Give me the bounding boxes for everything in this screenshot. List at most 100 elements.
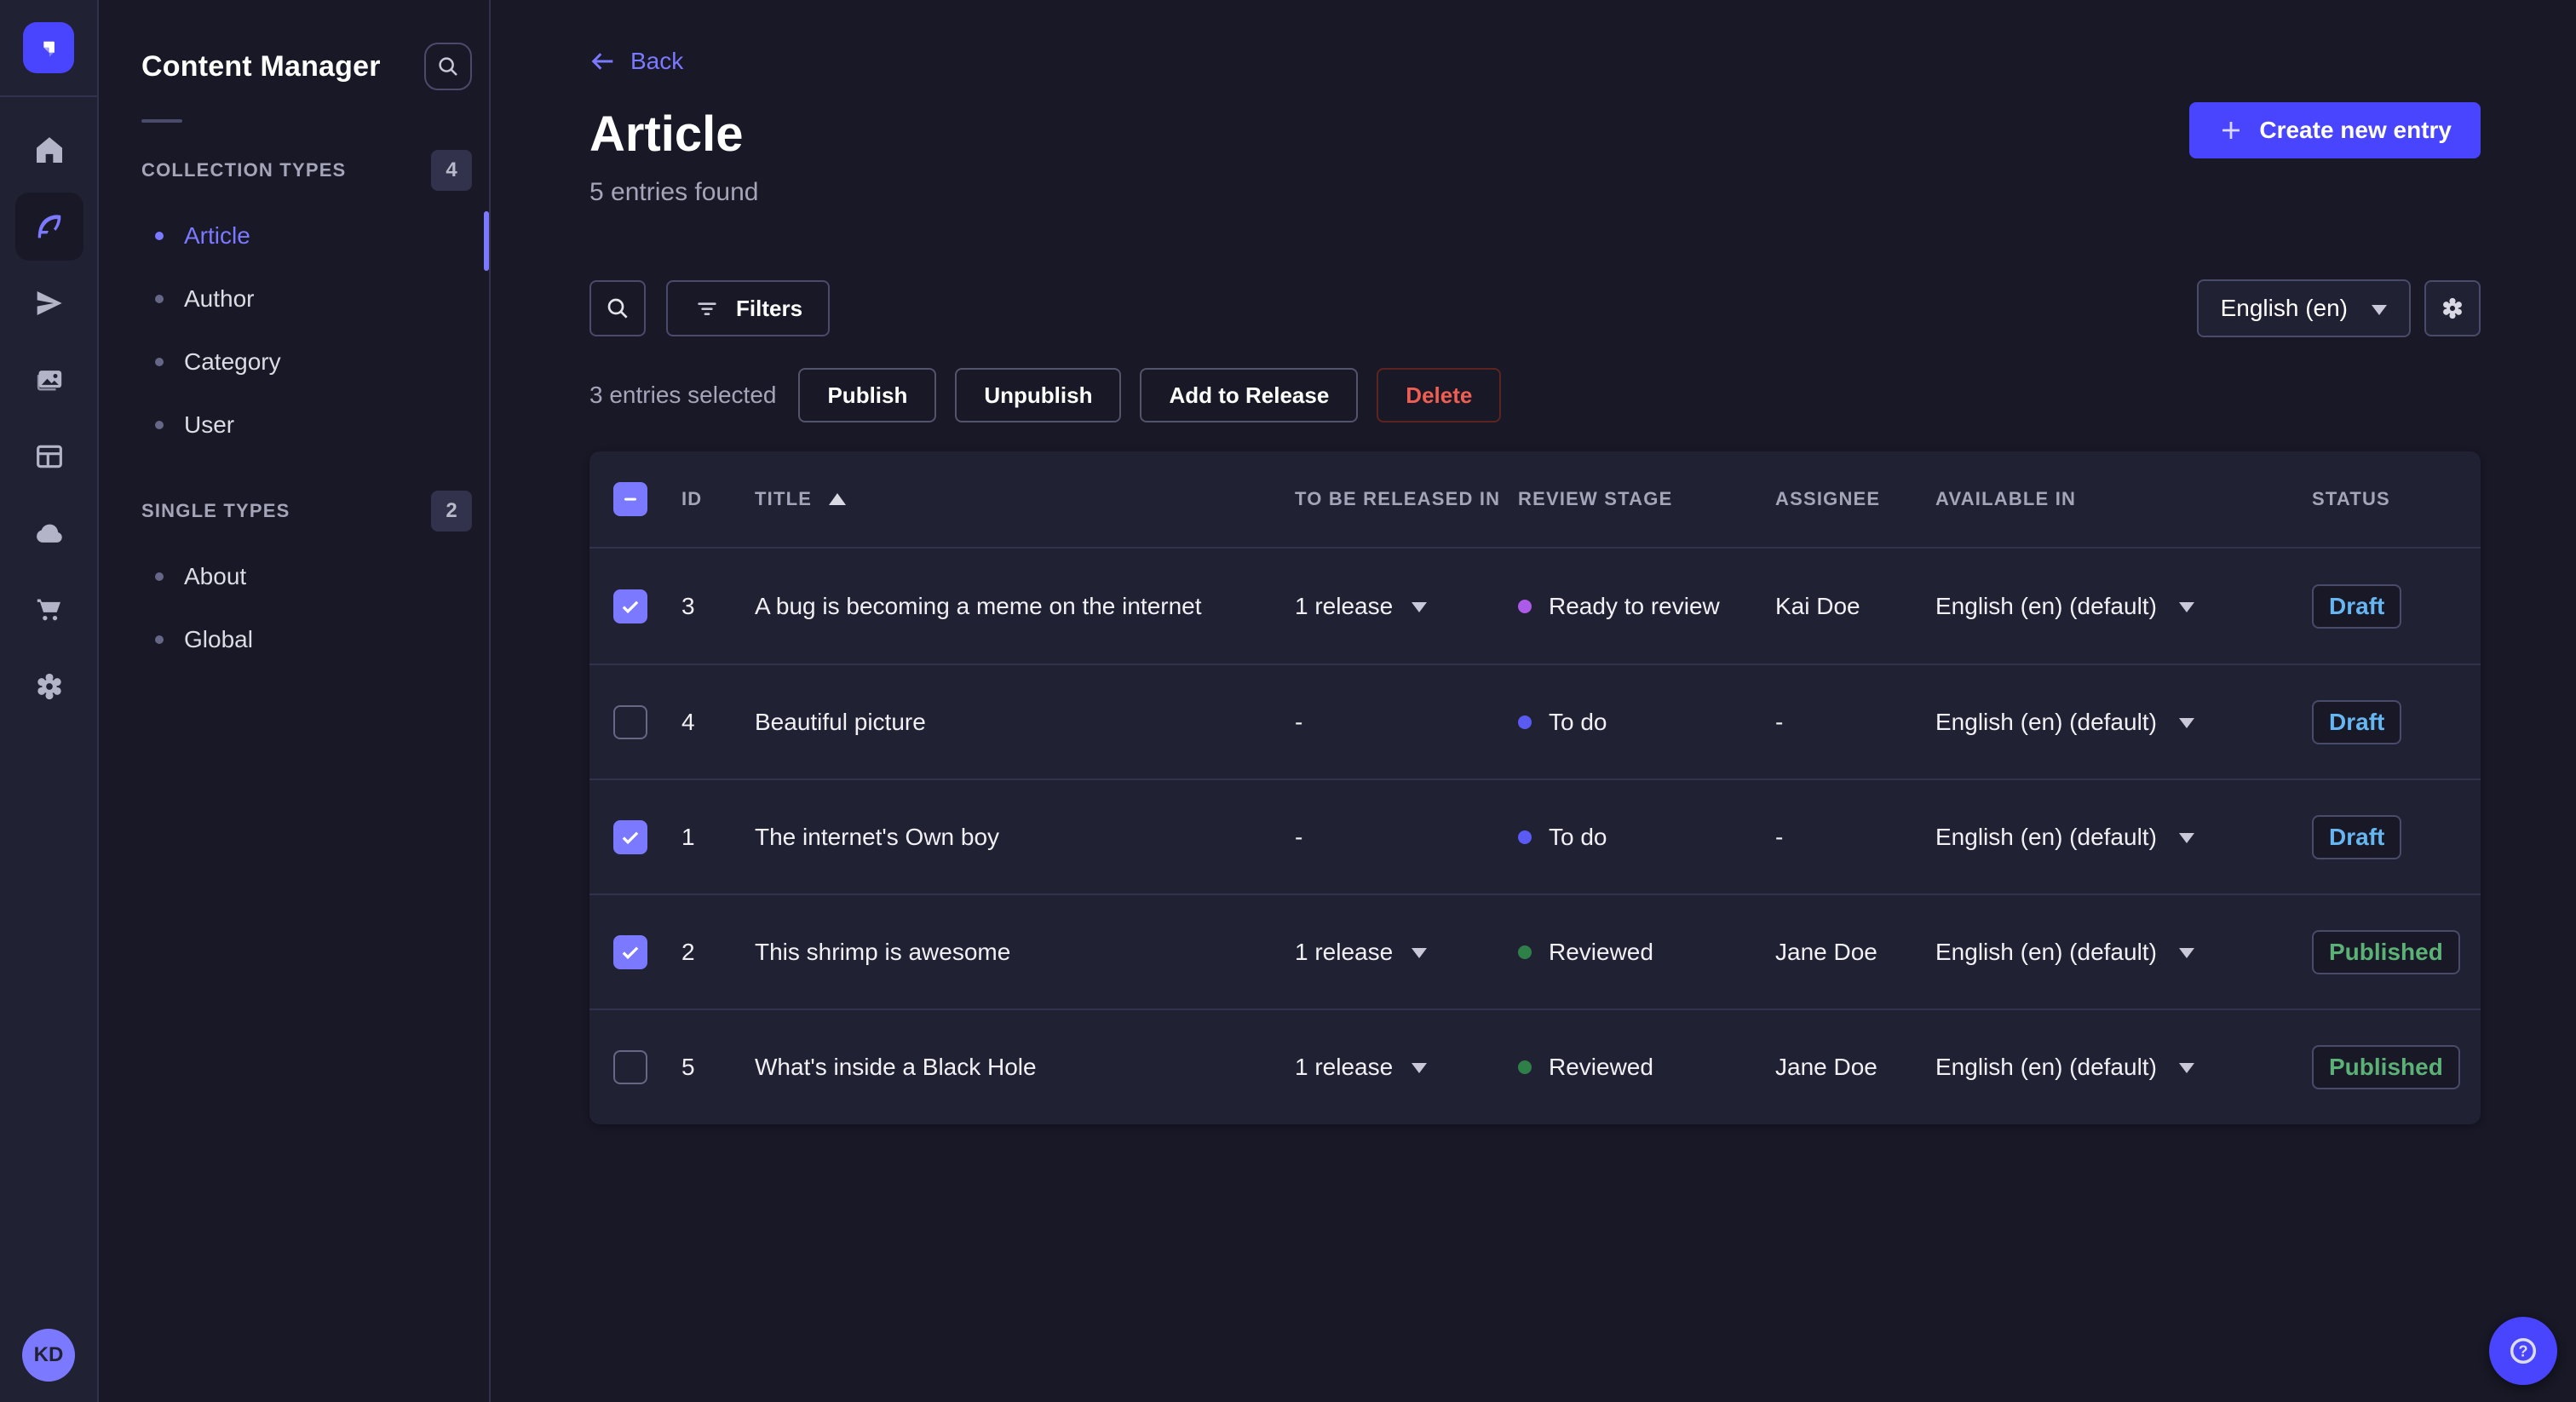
filters-button[interactable]: Filters — [666, 280, 831, 336]
layout-icon — [37, 445, 62, 468]
subnav-item-label: Article — [184, 222, 250, 249]
cell-locale-dropdown[interactable]: English (en) (default) — [1935, 823, 2312, 851]
cell-assignee: Kai Doe — [1775, 592, 1860, 619]
row-checkbox[interactable] — [613, 589, 647, 623]
sidebar-item-content-manager[interactable] — [15, 192, 83, 261]
view-settings-button[interactable] — [2424, 280, 2481, 336]
section-label-single-types: SINGLE TYPES — [141, 500, 290, 521]
chevron-down-icon — [2372, 304, 2387, 323]
status-badge: Draft — [2312, 583, 2402, 629]
subnav-item-label: About — [184, 563, 247, 589]
bulk-actions-bar: 3 entries selected Publish Unpublish Add… — [589, 368, 2481, 422]
back-label: Back — [630, 48, 684, 74]
search-button[interactable] — [589, 280, 646, 336]
row-checkbox[interactable] — [613, 704, 647, 739]
subnav-scrollbar-thumb[interactable] — [484, 211, 489, 271]
sidebar-item-settings[interactable] — [15, 652, 83, 721]
column-header-title[interactable]: TITLE — [755, 485, 1295, 514]
selection-count: 3 entries selected — [589, 382, 777, 408]
sidebar-item-cloud[interactable] — [15, 499, 83, 567]
subnav-title: Content Manager — [141, 49, 381, 83]
create-new-entry-button[interactable]: Create new entry — [2189, 102, 2481, 158]
column-header-available-in[interactable]: AVAILABLE IN — [1935, 488, 2312, 510]
sidebar-item-home[interactable] — [15, 116, 83, 184]
table-row[interactable]: 1 The internet's Own boy - To do - Engli… — [589, 779, 2481, 893]
cell-id: 2 — [681, 938, 695, 965]
column-header-release[interactable]: TO BE RELEASED IN — [1295, 488, 1518, 510]
help-button[interactable]: ? — [2489, 1317, 2557, 1385]
cell-status: Draft — [2312, 699, 2481, 744]
single-types-count-badge: 2 — [431, 491, 472, 531]
status-badge: Draft — [2312, 814, 2402, 859]
subnav-item-label: User — [184, 411, 235, 438]
bullet-icon — [155, 295, 164, 303]
cell-locale-dropdown[interactable]: English (en) (default) — [1935, 708, 2312, 736]
column-header-assignee[interactable]: ASSIGNEE — [1775, 488, 1935, 510]
cell-release-dropdown[interactable]: 1 release — [1295, 1053, 1518, 1081]
cell-release-dropdown[interactable]: 1 release — [1295, 938, 1518, 966]
avatar[interactable]: KD — [22, 1329, 75, 1382]
cell-locale-dropdown[interactable]: English (en) (default) — [1935, 938, 2312, 966]
cell-locale-dropdown[interactable]: English (en) (default) — [1935, 592, 2312, 620]
subnav-search-button[interactable] — [424, 43, 472, 90]
status-badge: Draft — [2312, 699, 2402, 744]
arrow-left-icon — [591, 53, 613, 70]
table-header-row: ID TITLE TO BE RELEASED IN REVIEW STAGE … — [589, 451, 2481, 549]
row-checkbox[interactable] — [613, 934, 647, 969]
sidebar-item-marketplace[interactable] — [15, 576, 83, 644]
sidebar-item-global[interactable]: Global — [99, 608, 489, 671]
sidebar-item-content-type-builder[interactable] — [15, 422, 83, 491]
sidebar-item-media-library[interactable] — [15, 346, 83, 414]
back-link[interactable]: Back — [589, 48, 683, 75]
cell-id: 4 — [681, 708, 695, 735]
sidebar-item-user[interactable]: User — [99, 394, 489, 457]
bullet-icon — [155, 421, 164, 429]
column-header-status[interactable]: STATUS — [2312, 488, 2481, 510]
table-row[interactable]: 5 What's inside a Black Hole 1 release R… — [589, 1008, 2481, 1123]
table-row[interactable]: 4 Beautiful picture - To do - English (e… — [589, 664, 2481, 779]
cell-title: This shrimp is awesome — [755, 938, 1011, 965]
subnav-item-label: Global — [184, 626, 253, 652]
cell-review-stage: To do — [1518, 824, 1775, 851]
search-icon — [439, 57, 457, 76]
select-all-checkbox[interactable] — [613, 482, 647, 516]
locale-select[interactable]: English (en) — [2196, 279, 2411, 337]
bullet-icon — [155, 358, 164, 366]
row-checkbox[interactable] — [613, 819, 647, 854]
cell-locale-dropdown[interactable]: English (en) (default) — [1935, 1053, 2312, 1081]
cloud-icon — [37, 524, 62, 543]
cell-id: 1 — [681, 823, 695, 850]
row-checkbox[interactable] — [613, 1049, 647, 1084]
cell-title: Beautiful picture — [755, 708, 926, 735]
column-header-id[interactable]: ID — [681, 488, 755, 510]
cell-release-dropdown[interactable]: 1 release — [1295, 592, 1518, 620]
sidebar-item-article[interactable]: Article — [99, 204, 489, 267]
table-row[interactable]: 2 This shrimp is awesome 1 release Revie… — [589, 893, 2481, 1008]
delete-button[interactable]: Delete — [1377, 368, 1502, 422]
shopping-cart-icon — [37, 599, 60, 621]
sidebar-item-author[interactable]: Author — [99, 267, 489, 330]
column-header-review-stage[interactable]: REVIEW STAGE — [1518, 488, 1775, 510]
svg-text:?: ? — [2518, 1342, 2527, 1359]
add-to-release-button[interactable]: Add to Release — [1140, 368, 1359, 422]
publish-button[interactable]: Publish — [798, 368, 937, 422]
cell-id: 3 — [681, 592, 695, 619]
check-icon — [622, 946, 639, 959]
cell-assignee: Jane Doe — [1775, 938, 1877, 965]
cell-assignee: - — [1775, 823, 1784, 850]
table-row[interactable]: 3 A bug is becoming a meme on the intern… — [589, 549, 2481, 664]
chevron-down-icon — [1412, 1063, 1428, 1081]
subnav-item-label: Author — [184, 285, 255, 312]
chevron-down-icon — [2178, 718, 2194, 736]
list-toolbar: Filters English (en) — [589, 279, 2481, 337]
sidebar-item-about[interactable]: About — [99, 545, 489, 608]
cell-assignee: - — [1775, 708, 1784, 735]
chevron-down-icon — [1412, 948, 1428, 966]
chevron-down-icon — [1412, 602, 1428, 620]
sidebar-item-category[interactable]: Category — [99, 330, 489, 394]
sidebar-item-releases[interactable] — [15, 269, 83, 337]
unpublish-button[interactable]: Unpublish — [955, 368, 1122, 422]
gear-icon — [37, 673, 61, 700]
stage-dot-icon — [1518, 715, 1532, 729]
cell-release: - — [1295, 823, 1303, 850]
